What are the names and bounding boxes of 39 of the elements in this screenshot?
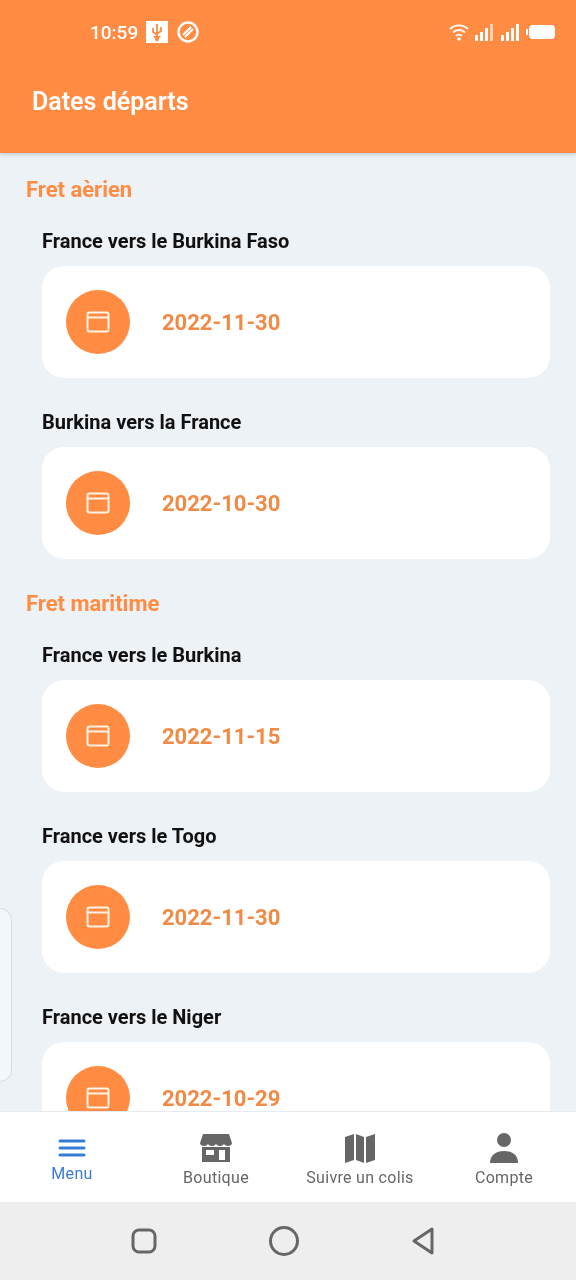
departure-date: 2022-11-30 bbox=[162, 309, 281, 335]
battery-icon bbox=[526, 24, 556, 40]
departure-date: 2022-11-30 bbox=[162, 904, 281, 930]
signal-icon bbox=[474, 23, 496, 41]
status-time: 10:59 bbox=[90, 20, 139, 44]
calendar-icon bbox=[66, 471, 130, 535]
calendar-icon bbox=[66, 885, 130, 949]
date-card[interactable]: 2022-11-15 bbox=[42, 680, 550, 792]
route-name: France vers le Togo bbox=[42, 824, 218, 848]
calendar-icon bbox=[66, 1066, 130, 1111]
wifi-icon bbox=[448, 22, 470, 42]
departure-date: 2022-10-29 bbox=[162, 1085, 281, 1111]
rotation-icon bbox=[176, 20, 201, 44]
page-title: Dates départs bbox=[32, 87, 189, 116]
date-card[interactable]: 2022-10-29 bbox=[42, 1042, 550, 1111]
nav-item[interactable]: Compte bbox=[432, 1112, 576, 1202]
date-card[interactable]: 2022-11-30 bbox=[42, 861, 550, 973]
signal-icon bbox=[500, 23, 522, 41]
shop-icon bbox=[199, 1131, 233, 1164]
nav-item[interactable]: Menu bbox=[0, 1112, 144, 1202]
nav-item[interactable]: Suivre un colis bbox=[288, 1112, 432, 1202]
route-name: France vers le Niger bbox=[42, 1005, 223, 1029]
date-card[interactable]: 2022-10-30 bbox=[42, 447, 550, 559]
section-title: Fret aèrien bbox=[26, 176, 134, 204]
home-icon[interactable] bbox=[268, 1225, 300, 1257]
recents-icon[interactable] bbox=[130, 1227, 158, 1255]
section-title: Fret maritime bbox=[26, 590, 161, 618]
departure-date: 2022-10-30 bbox=[162, 490, 281, 516]
calendar-icon bbox=[66, 704, 130, 768]
departure-date: 2022-11-15 bbox=[162, 723, 281, 749]
usb-icon bbox=[146, 21, 169, 43]
nav-item[interactable]: Boutique bbox=[144, 1112, 288, 1202]
person-icon bbox=[488, 1131, 520, 1164]
route-name: France vers le Burkina Faso bbox=[42, 229, 291, 253]
map-icon bbox=[343, 1131, 377, 1164]
calendar-icon bbox=[66, 290, 130, 354]
route-name: Burkina vers la France bbox=[42, 410, 243, 434]
date-card[interactable]: 2022-11-30 bbox=[42, 266, 550, 378]
route-name: France vers le Burkina bbox=[42, 643, 243, 667]
